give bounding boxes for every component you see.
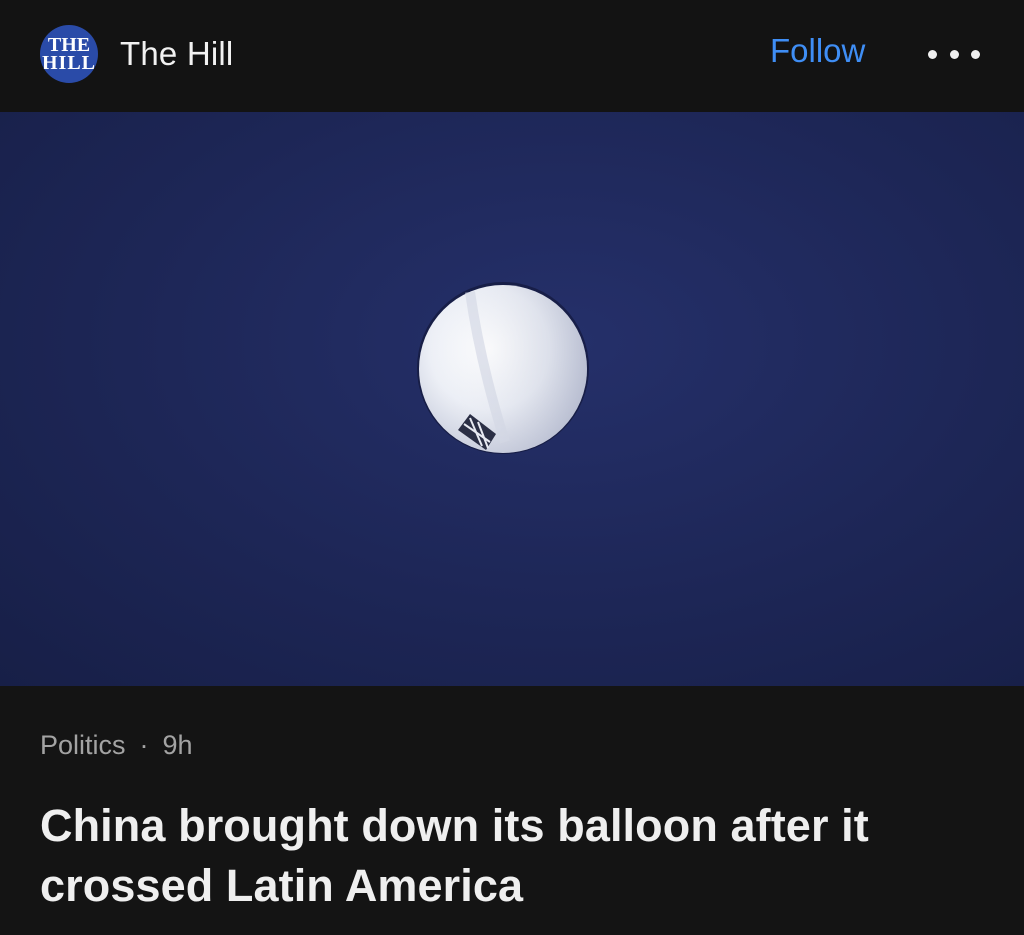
more-dot (949, 49, 959, 59)
more-dot (928, 49, 937, 59)
publisher-link[interactable]: THE HILL The Hill (40, 24, 233, 84)
card-header: THE HILL The Hill Follow (0, 0, 1024, 112)
balloon-shade (419, 285, 587, 453)
more-dot (971, 49, 980, 59)
logo-line-1: THE (47, 33, 91, 56)
article-category[interactable]: Politics (40, 730, 126, 761)
follow-button[interactable]: Follow (770, 32, 865, 70)
publisher-name: The Hill (120, 35, 234, 72)
logo-line-2: HILL (41, 51, 97, 74)
publisher-logo: THE HILL (40, 25, 98, 83)
article-meta: Politics · 9h (40, 730, 193, 761)
balloon-photo (417, 282, 589, 454)
article-headline[interactable]: China brought down its balloon after it … (40, 796, 990, 916)
article-age: 9h (162, 730, 193, 760)
more-options-icon[interactable] (928, 36, 980, 72)
article-card: THE HILL The Hill Follow Politics · 9h C… (0, 0, 1024, 935)
meta-separator: · (139, 730, 149, 760)
hero-image[interactable] (0, 112, 1024, 686)
